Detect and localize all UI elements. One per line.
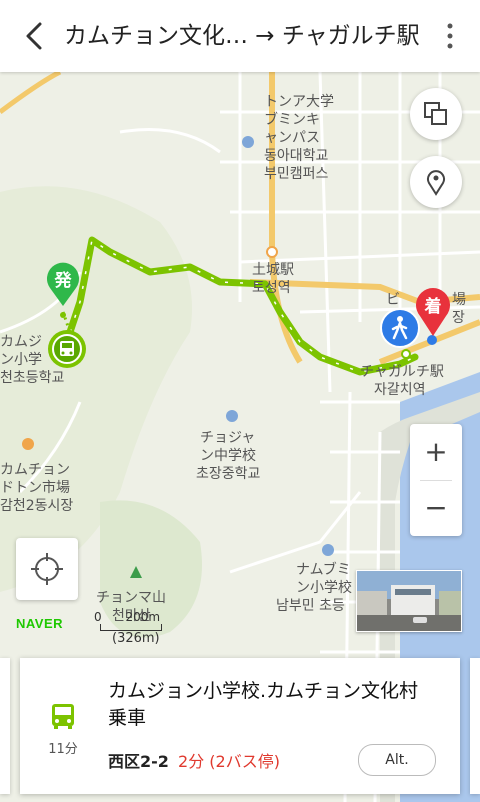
end-marker-label: 着 [424, 297, 442, 317]
map-label: トンア大学 [264, 94, 334, 110]
map-label: 남부민 초등 [276, 598, 345, 614]
street-view-image [357, 571, 461, 631]
map-label: ビ [386, 292, 400, 308]
chevron-left-icon[interactable] [20, 20, 50, 52]
map-label: 초장중학교 [196, 466, 261, 482]
bus-info: 西区2-2 2分 (2バス停) [108, 748, 280, 772]
locate-button[interactable] [16, 538, 78, 600]
scale-distance: 200m [125, 610, 161, 624]
bus-stop-marker[interactable] [48, 330, 86, 368]
layers-button[interactable] [410, 88, 462, 140]
wait-time: 2分 (2バス停) [178, 752, 280, 771]
card-left-panel: 11分 [20, 658, 106, 794]
zoom-in-button[interactable]: + [410, 424, 462, 480]
map-label: 감천2동시장 [0, 498, 74, 514]
scale-line [100, 624, 162, 631]
scale-distance-secondary: (326m) [112, 631, 160, 646]
layers-icon [424, 102, 447, 125]
map-label: チャガルチ駅 [360, 364, 444, 380]
next-card-peek[interactable] [470, 658, 480, 794]
map-label: 자갈치역 [374, 382, 426, 398]
kebab-menu-icon[interactable] [440, 18, 460, 54]
map-label: チョンマ山 [96, 590, 166, 606]
map-label: ン中学校 [200, 448, 256, 464]
zoom-out-button[interactable]: − [410, 480, 462, 536]
step-duration: 11分 [48, 742, 78, 757]
bus-icon [52, 334, 82, 364]
location-pin-icon [427, 170, 445, 196]
map-label: 동아대학교 [264, 148, 329, 164]
route-title[interactable]: カムチョン文化… → チャガルチ駅 [64, 20, 420, 52]
map-label: カムチョン [0, 462, 70, 478]
zoom-control: + − [410, 424, 462, 536]
map-label: チョジャ [200, 430, 256, 446]
bus-icon [52, 704, 74, 729]
prev-card-peek[interactable] [0, 658, 10, 794]
map-label: 천초등학교 [0, 370, 65, 386]
map-label: ナムブミ [296, 562, 351, 578]
map-label: ャンパス [264, 130, 320, 146]
map-label: 장 [452, 310, 465, 326]
map-label: 부민캠퍼스 [264, 166, 329, 182]
map-label: 場 [452, 292, 466, 308]
map-label: ン小学 [0, 352, 42, 368]
map-label: ブミンキ [264, 112, 320, 128]
street-view-thumbnail[interactable] [356, 570, 462, 632]
start-marker-label: 発 [54, 271, 72, 291]
crosshair-icon [31, 553, 63, 585]
boarding-stop-name: カムジョン小学校.カムチョン文化村乗車 [108, 680, 419, 729]
scale-bar: 0 200m (326m) [94, 610, 162, 646]
alt-button[interactable]: Alt. [358, 744, 436, 776]
transit-step-card[interactable]: 11分 カムジョン小学校.カムチョン文化村乗車 西区2-2 2分 (2バス停) … [20, 658, 460, 794]
naver-logo: NAVER [16, 616, 64, 631]
map-label: 土城駅 [252, 262, 294, 278]
start-marker[interactable]: 発 [44, 258, 82, 308]
end-marker[interactable]: 着 [414, 284, 452, 338]
map-label: カムジ [0, 334, 42, 350]
bus-line: 西区2-2 [108, 752, 169, 771]
header-bar: カムチョン文化… → チャガルチ駅 [0, 0, 480, 72]
location-pin-button[interactable] [410, 156, 462, 208]
map-label: 토성역 [252, 280, 291, 296]
scale-zero: 0 [94, 610, 102, 624]
map-label: ドトン市場 [0, 480, 70, 496]
map-label: ン小学校 [296, 580, 352, 596]
walking-person-icon [391, 316, 408, 340]
